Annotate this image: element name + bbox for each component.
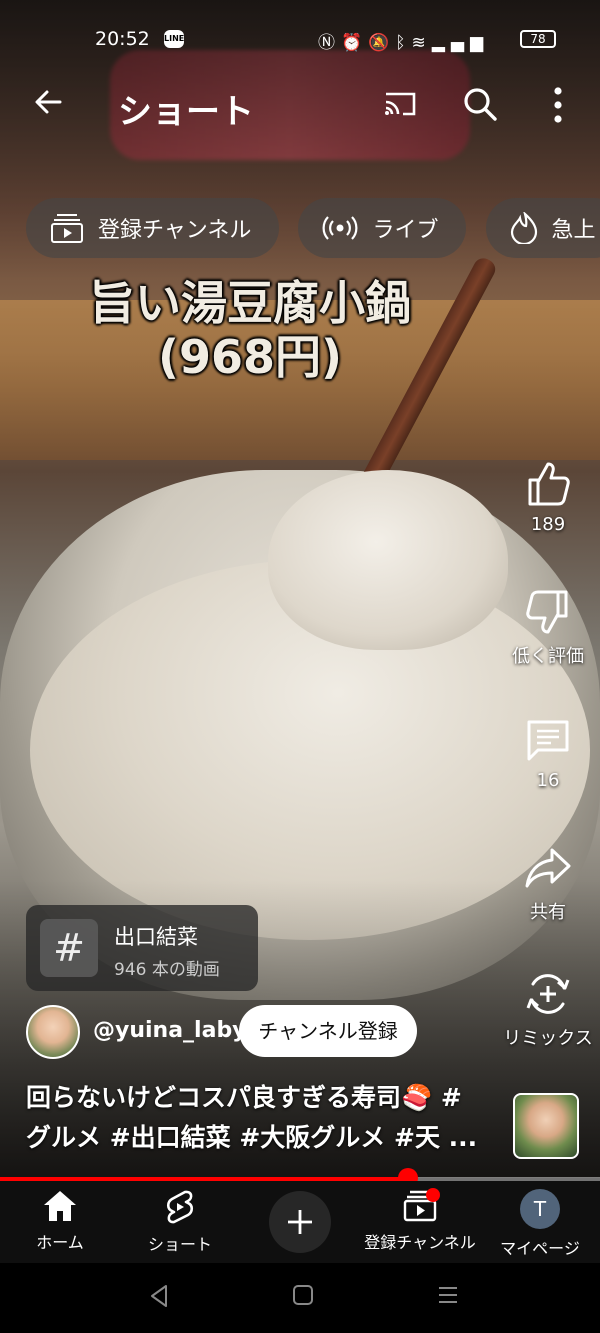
nav-home[interactable]: ホーム [0, 1189, 120, 1253]
hashtag-icon: # [40, 919, 98, 977]
system-recents-icon[interactable] [436, 1283, 460, 1307]
plus-icon [288, 1210, 312, 1234]
nav-my-page[interactable]: T マイページ [480, 1189, 600, 1259]
battery-indicator: 78 [520, 30, 556, 48]
channel-handle[interactable]: @yuina_laby [93, 1018, 247, 1043]
shorts-icon [166, 1190, 194, 1224]
system-navigation-bar [0, 1263, 600, 1333]
new-content-badge [426, 1188, 440, 1202]
dislike-button[interactable]: 低く評価 [496, 588, 600, 668]
live-icon [322, 216, 358, 240]
search-icon[interactable] [462, 86, 498, 122]
bottom-navigation: ホーム ショート 登録チャンネル T マイページ [0, 1181, 600, 1263]
nfc-icon: Ⓝ [318, 33, 341, 53]
more-vert-icon[interactable] [548, 86, 568, 124]
share-label: 共有 [530, 902, 566, 923]
line-app-icon: LINE [164, 30, 184, 48]
back-arrow-icon[interactable] [30, 84, 66, 120]
caption-line1: 回らないけどコスパ良すぎる寿司🍣 # [26, 1083, 462, 1112]
status-bar: 20:52 LINE Ⓝ⏰🔕ᛒ≋▂▄▆ 78 [0, 22, 600, 58]
create-button[interactable] [269, 1191, 331, 1253]
home-icon [44, 1191, 76, 1221]
chip-label: 登録チャンネル [98, 218, 252, 243]
thumbs-down-icon [526, 590, 568, 634]
remix-button[interactable]: リミックス [496, 970, 600, 1050]
ladle-image [268, 470, 508, 650]
mute-icon: 🔕 [368, 33, 396, 53]
nav-subscriptions-label: 登録チャンネル [364, 1233, 476, 1252]
chip-label: 急上 [551, 218, 596, 243]
remix-icon [526, 974, 570, 1014]
caption-line2: グルメ #出口結菜 #大阪グルメ #天 ... [26, 1123, 478, 1152]
trending-flame-icon [510, 212, 537, 244]
wifi-icon: ≋ [411, 33, 432, 53]
bluetooth-icon: ᛒ [395, 33, 412, 53]
share-button[interactable]: 共有 [496, 844, 600, 924]
signal-icon: ▂▄▆ [431, 33, 490, 53]
video-caption[interactable]: 回らないけどコスパ良すぎる寿司🍣 # グルメ #出口結菜 #大阪グルメ #天 .… [26, 1078, 496, 1158]
chip-live[interactable]: ライブ [298, 198, 467, 258]
profile-avatar: T [520, 1189, 560, 1229]
comments-button[interactable]: 16 [496, 716, 600, 791]
cast-icon[interactable] [383, 90, 417, 118]
remix-label: リミックス [503, 1028, 593, 1049]
top-app-bar: ショート [0, 78, 600, 134]
channel-avatar[interactable] [26, 1005, 80, 1059]
page-title: ショート [118, 92, 254, 132]
video-overlay-title: 旨い湯豆腐小鍋 (968円) [60, 276, 440, 384]
like-button[interactable]: 189 [496, 460, 600, 535]
dislike-label: 低く評価 [512, 646, 584, 667]
like-count: 189 [530, 514, 566, 535]
comment-count: 16 [536, 770, 560, 791]
system-back-icon[interactable] [148, 1283, 170, 1309]
share-arrow-icon [525, 848, 571, 888]
chip-trending[interactable]: 急上 [485, 198, 600, 258]
sound-thumbnail[interactable] [513, 1093, 579, 1159]
hashtag-name: 出口結菜 [114, 925, 198, 949]
overlay-title-line2: (968円) [157, 330, 343, 384]
system-home-icon[interactable] [291, 1283, 315, 1307]
nav-shorts-label: ショート [147, 1235, 212, 1254]
nav-home-label: ホーム [36, 1233, 84, 1252]
subscribe-button[interactable]: チャンネル登録 [239, 1005, 417, 1057]
thumbs-up-icon [528, 462, 570, 506]
status-icons: Ⓝ⏰🔕ᛒ≋▂▄▆ [318, 28, 489, 53]
nav-shorts[interactable]: ショート [120, 1189, 240, 1255]
chip-subscriptions[interactable]: 登録チャンネル [26, 198, 280, 258]
hashtag-video-count: 946 本の動画 [114, 960, 220, 980]
status-time: 20:52 [95, 28, 150, 50]
nav-subscriptions[interactable]: 登録チャンネル [360, 1189, 480, 1253]
overlay-title-line1: 旨い湯豆腐小鍋 [89, 276, 411, 330]
nav-my-page-label: マイページ [500, 1239, 580, 1258]
hashtag-card[interactable]: # 出口結菜 946 本の動画 [26, 905, 258, 991]
chip-label: ライブ [372, 218, 439, 243]
feed-filter-chips: 登録チャンネル ライブ 急上 [26, 198, 600, 260]
comment-icon [527, 720, 569, 761]
alarm-icon: ⏰ [341, 33, 369, 53]
subscriptions-icon [51, 214, 83, 243]
